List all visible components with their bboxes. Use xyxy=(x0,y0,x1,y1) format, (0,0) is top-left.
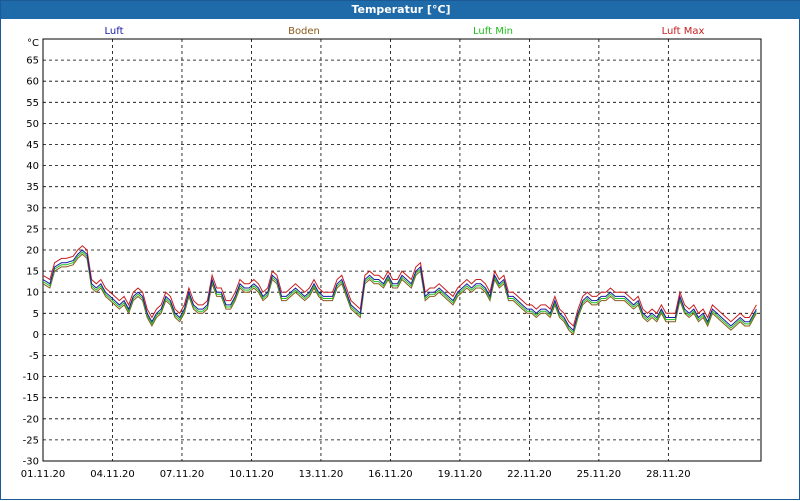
x-tick-label: 22.11.20 xyxy=(507,469,552,480)
y-tick-label: 35 xyxy=(26,182,39,193)
y-tick-label: 30 xyxy=(26,203,39,214)
legend-item-luft_max: Luft Max xyxy=(662,26,705,37)
x-tick-label: 16.11.20 xyxy=(368,469,413,480)
plot-border xyxy=(42,38,762,462)
series-line-luft_max xyxy=(42,245,757,327)
y-tick-label: 50 xyxy=(26,119,39,130)
series-lines xyxy=(42,245,757,336)
y-tick-label: -30 xyxy=(23,457,39,468)
y-tick-label: 65 xyxy=(26,56,39,67)
y-tick-label: 20 xyxy=(26,246,39,257)
chart-window: Temperatur [°C] 65 60 55 50 45 40 35 30 25 20 15 10… xyxy=(0,0,800,500)
x-tick-label: 19.11.20 xyxy=(438,469,483,480)
y-tick-label: -10 xyxy=(23,372,39,383)
y-tick-label: -5 xyxy=(29,351,39,362)
y-tick-label: 60 xyxy=(26,77,39,88)
temperature-chart: 65605550454035302520151050-5-10-15-20-25… xyxy=(21,26,762,480)
legend-item-boden: Boden xyxy=(288,26,320,37)
y-tick-label: 55 xyxy=(26,98,39,109)
axes xyxy=(42,38,762,462)
y-tick-label: -25 xyxy=(23,435,39,446)
x-tick-label: 13.11.20 xyxy=(299,469,344,480)
y-tick-label: 0 xyxy=(33,330,39,341)
legend-item-luft_min: Luft Min xyxy=(473,26,513,37)
grid xyxy=(43,39,761,462)
y-tick-label: 5 xyxy=(33,309,39,320)
y-tick-label: 40 xyxy=(26,161,39,172)
y-axis-unit: °C xyxy=(27,38,39,49)
y-tick-label: -15 xyxy=(23,393,39,404)
y-tick-label: 45 xyxy=(26,140,39,151)
x-tick-label: 04.11.20 xyxy=(90,469,135,480)
chart-title: Temperatur [°C] xyxy=(1,1,800,19)
x-tick-label: 10.11.20 xyxy=(229,469,274,480)
x-tick-label: 28.11.20 xyxy=(646,469,691,480)
x-tick-label: 07.11.20 xyxy=(160,469,205,480)
y-tick-label: 10 xyxy=(26,288,39,299)
series-line-boden xyxy=(42,253,757,336)
y-tick-label: 25 xyxy=(26,224,39,235)
legend: Luft Boden Luft Min Luft Max xyxy=(105,26,705,37)
y-tick-labels: 65605550454035302520151050-5-10-15-20-25… xyxy=(23,38,39,468)
x-tick-labels: 01.11.20 04.11.20 07.11.20 10.11.20 13.11.20… xyxy=(21,469,691,480)
x-tick-label: 01.11.20 xyxy=(21,469,66,480)
y-tick-label: -20 xyxy=(23,414,39,425)
legend-item-luft: Luft xyxy=(105,26,124,37)
x-tick-label: 25.11.20 xyxy=(577,469,622,480)
y-tick-label: 15 xyxy=(26,267,39,278)
